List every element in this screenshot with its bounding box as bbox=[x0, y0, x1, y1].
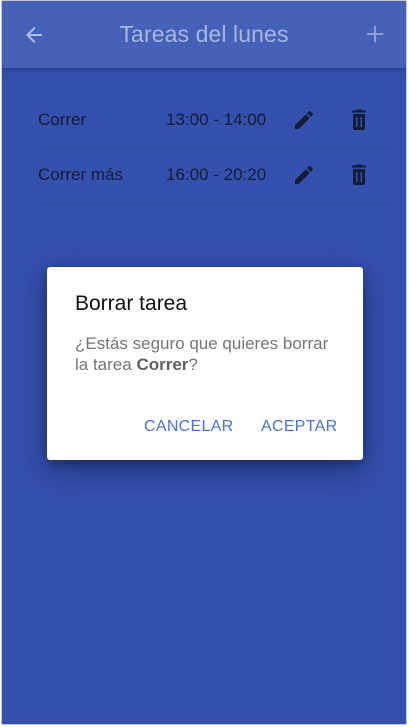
task-row: Correr 13:00 - 14:00 bbox=[38, 94, 390, 149]
dialog-message-prefix: ¿Estás seguro que quieres borrar la tare… bbox=[75, 334, 329, 374]
dialog-message: ¿Estás seguro que quieres borrar la tare… bbox=[75, 333, 335, 375]
dialog-title: Borrar tarea bbox=[75, 292, 188, 315]
task-name: Correr bbox=[38, 110, 87, 129]
trash-icon[interactable] bbox=[347, 108, 371, 132]
task-row: Correr más 16:00 - 20:20 bbox=[38, 149, 390, 204]
pencil-icon[interactable] bbox=[292, 108, 316, 132]
pencil-icon[interactable] bbox=[292, 163, 316, 187]
task-time: 13:00 - 14:00 bbox=[166, 110, 267, 129]
dialog-message-suffix: ? bbox=[188, 355, 198, 374]
task-list: Correr 13:00 - 14:00 Correr más 16:00 - … bbox=[38, 94, 390, 204]
page-title: Tareas del lunes bbox=[119, 21, 289, 47]
app-screen: Tareas del lunes Correr 13:00 - 14:00 Co… bbox=[1, 0, 407, 725]
app-bar: Tareas del lunes bbox=[2, 1, 406, 68]
accept-button[interactable]: ACEPTAR bbox=[261, 418, 337, 436]
cancel-button[interactable]: CANCELAR bbox=[144, 418, 234, 436]
trash-icon[interactable] bbox=[347, 163, 371, 187]
dialog-task-name: Correr bbox=[136, 355, 189, 374]
task-name: Correr más bbox=[38, 165, 124, 184]
task-time: 16:00 - 20:20 bbox=[166, 165, 267, 184]
plus-icon[interactable] bbox=[364, 23, 386, 45]
delete-task-dialog: Borrar tarea ¿Estás seguro que quieres b… bbox=[47, 267, 363, 460]
